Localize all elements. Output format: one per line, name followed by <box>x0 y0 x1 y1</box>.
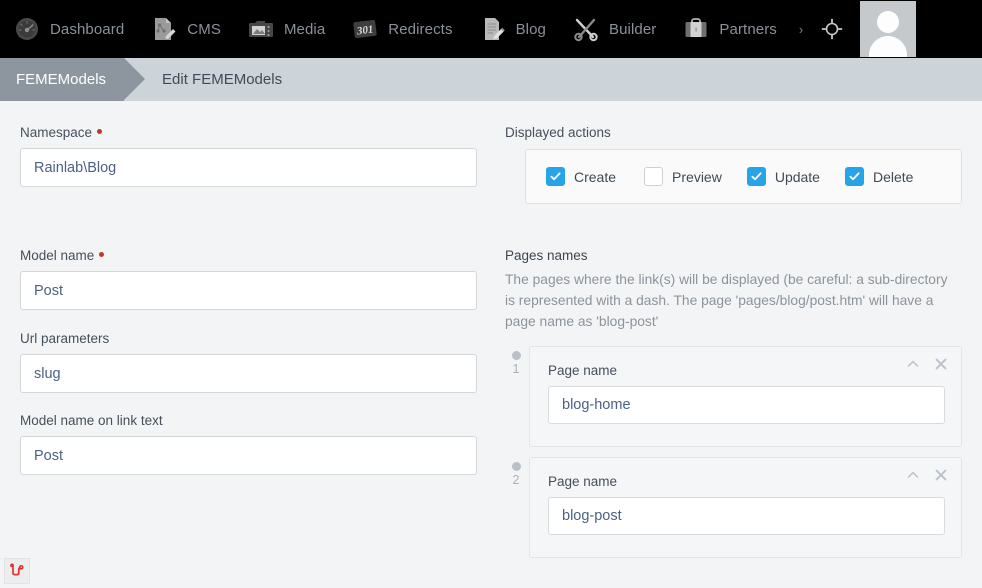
nav-item-builder[interactable]: Builder <box>559 0 669 58</box>
label-pages-names: Pages names <box>505 248 588 263</box>
field-url-parameters: Url parameters <box>20 331 477 393</box>
repeater-item-body-2: Page name <box>529 457 962 558</box>
repeater-item: 2 Page name blog-post <box>505 457 962 558</box>
label-displayed-actions: Displayed actions <box>505 125 611 140</box>
close-x-icon[interactable] <box>933 356 949 377</box>
close-x-icon[interactable] <box>933 467 949 488</box>
repeater-item-actions-2 <box>905 467 949 488</box>
drag-dot-icon <box>511 462 521 471</box>
nav-label-blog: Blog <box>515 20 546 38</box>
checkbox-delete-label: Delete <box>872 168 914 185</box>
repeater-item-body-1: Page name <box>529 346 962 447</box>
repeater-index-2: 2 <box>512 473 520 487</box>
nav-more-chevron-icon[interactable]: › <box>790 0 812 58</box>
301-redirect-icon: 301 <box>351 15 379 43</box>
camera-image-icon <box>247 15 275 43</box>
repeater-index-1: 1 <box>512 362 520 376</box>
svg-text:301: 301 <box>356 24 375 38</box>
check-icon <box>550 172 561 181</box>
laravel-logo-icon[interactable] <box>4 558 30 584</box>
label-page-name-1: Page name <box>548 363 618 378</box>
nav-label-dashboard: Dashboard <box>50 20 125 38</box>
checkbox-create-label: Create <box>574 168 617 185</box>
checkbox-preview-box[interactable] <box>644 167 664 186</box>
breadcrumb: FEMEModels Edit FEMEModels <box>0 58 982 101</box>
nav-label-media: Media <box>283 20 326 38</box>
url-parameters-input[interactable] <box>20 354 477 393</box>
nav-label-partners: Partners <box>719 20 777 38</box>
content-area: Namespace Model name Url parameters Mode… <box>0 101 982 588</box>
avatar-body <box>869 36 908 57</box>
repeater-item: 1 Page name blog-home <box>505 346 962 447</box>
label-namespace: Namespace <box>20 125 477 141</box>
avatar-head <box>877 11 900 33</box>
top-navigation-bar: Dashboard CMS Media 301 Redirects Blog B… <box>0 0 982 58</box>
chevron-up-icon[interactable] <box>905 356 921 377</box>
page-name-input-2[interactable] <box>548 497 945 535</box>
nav-item-partners[interactable]: Partners <box>669 0 790 58</box>
nav-item-cms[interactable]: CMS <box>137 0 234 58</box>
checkbox-preview-label: Preview <box>672 168 722 185</box>
breadcrumb-item-parent[interactable]: FEMEModels <box>0 58 146 101</box>
nav-item-redirects[interactable]: 301 Redirects <box>338 0 465 58</box>
model-name-input[interactable] <box>20 271 477 310</box>
required-indicator-namespace <box>97 129 103 134</box>
nav-label-cms: CMS <box>187 20 221 38</box>
cms-page-edit-icon <box>150 15 178 43</box>
document-pencil-icon <box>479 15 507 43</box>
page-name-input-1[interactable] <box>548 386 945 424</box>
hammer-wrench-icon <box>572 15 600 43</box>
check-icon <box>751 172 762 181</box>
checkbox-delete-box[interactable] <box>844 167 864 186</box>
checkbox-update[interactable]: Update <box>746 167 820 186</box>
nav-label-builder: Builder <box>609 20 657 38</box>
checkbox-preview[interactable]: Preview <box>644 167 722 186</box>
checkbox-update-label: Update <box>774 168 820 185</box>
displayed-actions-checkbox-panel: Create Preview Update Delete <box>525 149 962 204</box>
displayed-actions-group: Displayed actions Create Preview Update … <box>505 125 962 204</box>
required-indicator-model-name <box>99 252 105 257</box>
briefcase-icon <box>682 15 710 43</box>
nav-item-dashboard[interactable]: Dashboard <box>0 0 137 58</box>
check-icon <box>849 172 860 181</box>
label-page-name-2: Page name <box>548 474 618 489</box>
field-model-name-link-text: Model name on link text <box>20 413 477 475</box>
label-model-name-link-text: Model name on link text <box>20 413 163 428</box>
user-avatar-icon[interactable] <box>860 1 917 57</box>
nav-item-media[interactable]: Media <box>234 0 338 58</box>
repeater-item-actions-1 <box>905 356 949 377</box>
repeater-drag-handle-2[interactable]: 2 <box>505 462 527 487</box>
pages-names-description: The pages where the link(s) will be disp… <box>505 272 948 329</box>
chevron-up-icon[interactable] <box>905 467 921 488</box>
checkbox-create-box[interactable] <box>546 167 565 186</box>
breadcrumb-item-current: Edit FEMEModels <box>162 71 283 88</box>
pages-names-repeater: 1 Page name blog-home 2 Page name blog-p… <box>505 346 962 568</box>
label-url-parameters: Url parameters <box>20 331 110 346</box>
checkbox-create[interactable]: Create <box>546 167 616 186</box>
field-model-name: Model name <box>20 248 477 310</box>
gauge-icon <box>13 15 41 43</box>
repeater-drag-handle-1[interactable]: 1 <box>505 351 527 376</box>
field-namespace: Namespace <box>20 125 477 187</box>
pages-names-group: Pages names The pages where the link(s) … <box>505 248 962 332</box>
nav-item-blog[interactable]: Blog <box>466 0 559 58</box>
label-model-name: Model name <box>20 248 477 264</box>
drag-dot-icon <box>511 351 521 360</box>
nav-label-redirects: Redirects <box>388 20 453 38</box>
namespace-input[interactable] <box>20 148 477 187</box>
checkbox-delete[interactable]: Delete <box>844 167 914 186</box>
checkbox-update-box[interactable] <box>746 167 766 186</box>
crosshair-target-icon[interactable] <box>818 15 846 43</box>
model-name-link-text-input[interactable] <box>20 436 477 475</box>
